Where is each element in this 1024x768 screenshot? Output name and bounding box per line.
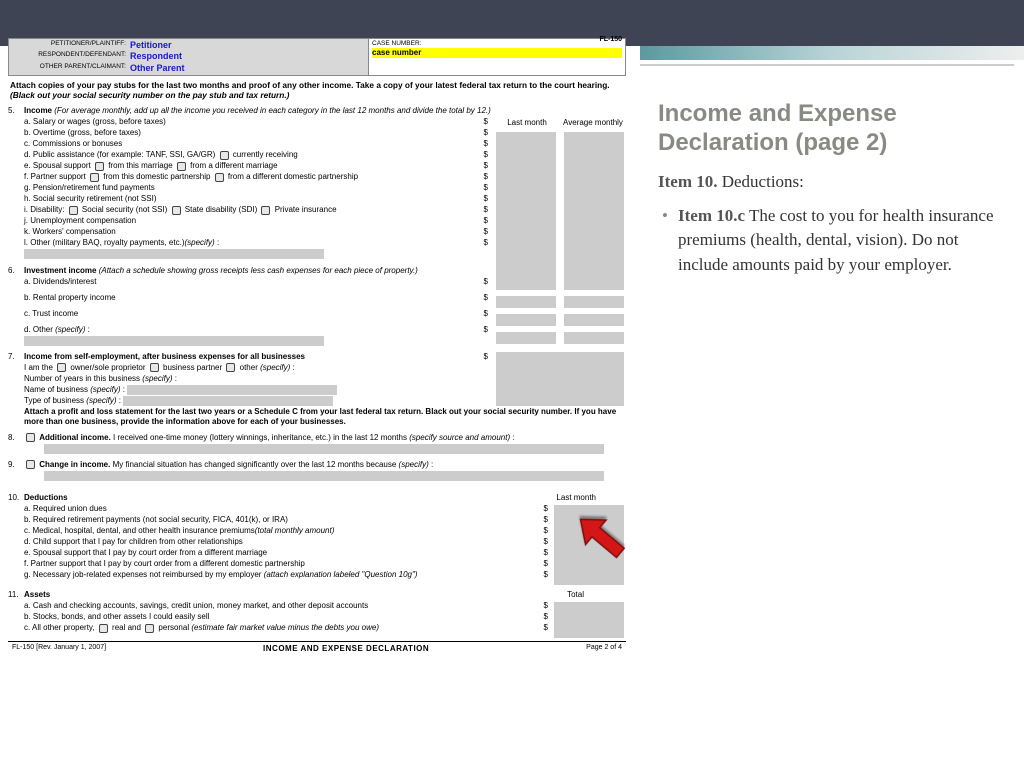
checkbox[interactable] [177,162,186,171]
form-fl150: FL-150 PETITIONER/PLAINTIFF:Petitioner R… [8,38,626,654]
checkbox[interactable] [69,206,78,215]
checkbox[interactable] [90,173,99,182]
checkbox[interactable] [215,173,224,182]
section-8-additional: 8. Additional income. I received one-tim… [8,433,626,454]
bullet-item-10c: Item 10.c The cost to you for health ins… [658,204,1008,278]
petitioner-label: PETITIONER/PLAINTIFF: [12,40,130,51]
case-number-label: CASE NUMBER: [372,40,622,48]
section-5-income: Last monthAverage monthly 5. Income (For… [8,106,626,259]
fill-line[interactable] [24,249,324,259]
form-footer: FL-150 [Rev. January 1, 2007] INCOME AND… [8,641,626,654]
petitioner-value: Petitioner [130,40,172,51]
checkbox[interactable] [57,363,66,372]
checkbox[interactable] [26,433,35,442]
slide-accent-stripe [640,46,1024,60]
checkbox[interactable] [95,162,104,171]
section-7-selfemployment: 7. Income from self-employment, after bu… [8,352,626,427]
slide-accent-line [640,64,1014,66]
checkbox[interactable] [145,624,154,633]
section-6-investment: 6. Investment income (Attach a schedule … [8,266,626,346]
respondent-label: RESPONDENT/DEFENDANT: [12,51,130,62]
case-header-table: PETITIONER/PLAINTIFF:Petitioner RESPONDE… [8,38,626,76]
form-code: FL-150 [599,36,622,45]
checkbox[interactable] [220,151,229,160]
checkbox[interactable] [26,460,35,469]
section-10-deductions: Last month 10. Deductions a. Required un… [8,493,626,580]
section-9-change: 9. Change in income. My financial situat… [8,460,626,481]
attach-instructions: Attach copies of your pay stubs for the … [10,80,624,101]
fill-line[interactable] [24,336,324,346]
other-parent-label: OTHER PARENT/CLAIMANT: [12,63,130,74]
respondent-value: Respondent [130,51,182,62]
checkbox[interactable] [99,624,108,633]
case-number-value[interactable]: case number [372,48,622,58]
slide-notes: Income and Expense Declaration (page 2) … [658,100,1008,278]
checkbox[interactable] [261,206,270,215]
checkbox[interactable] [150,363,159,372]
other-parent-value: Other Parent [130,63,185,74]
checkbox[interactable] [172,206,181,215]
checkbox[interactable] [226,363,235,372]
slide-title: Income and Expense Declaration (page 2) [658,100,1008,158]
section-11-assets: Total 11. Assets a. Cash and checking ac… [8,590,626,633]
slide-subtitle: Item 10. Deductions: [658,172,1008,192]
